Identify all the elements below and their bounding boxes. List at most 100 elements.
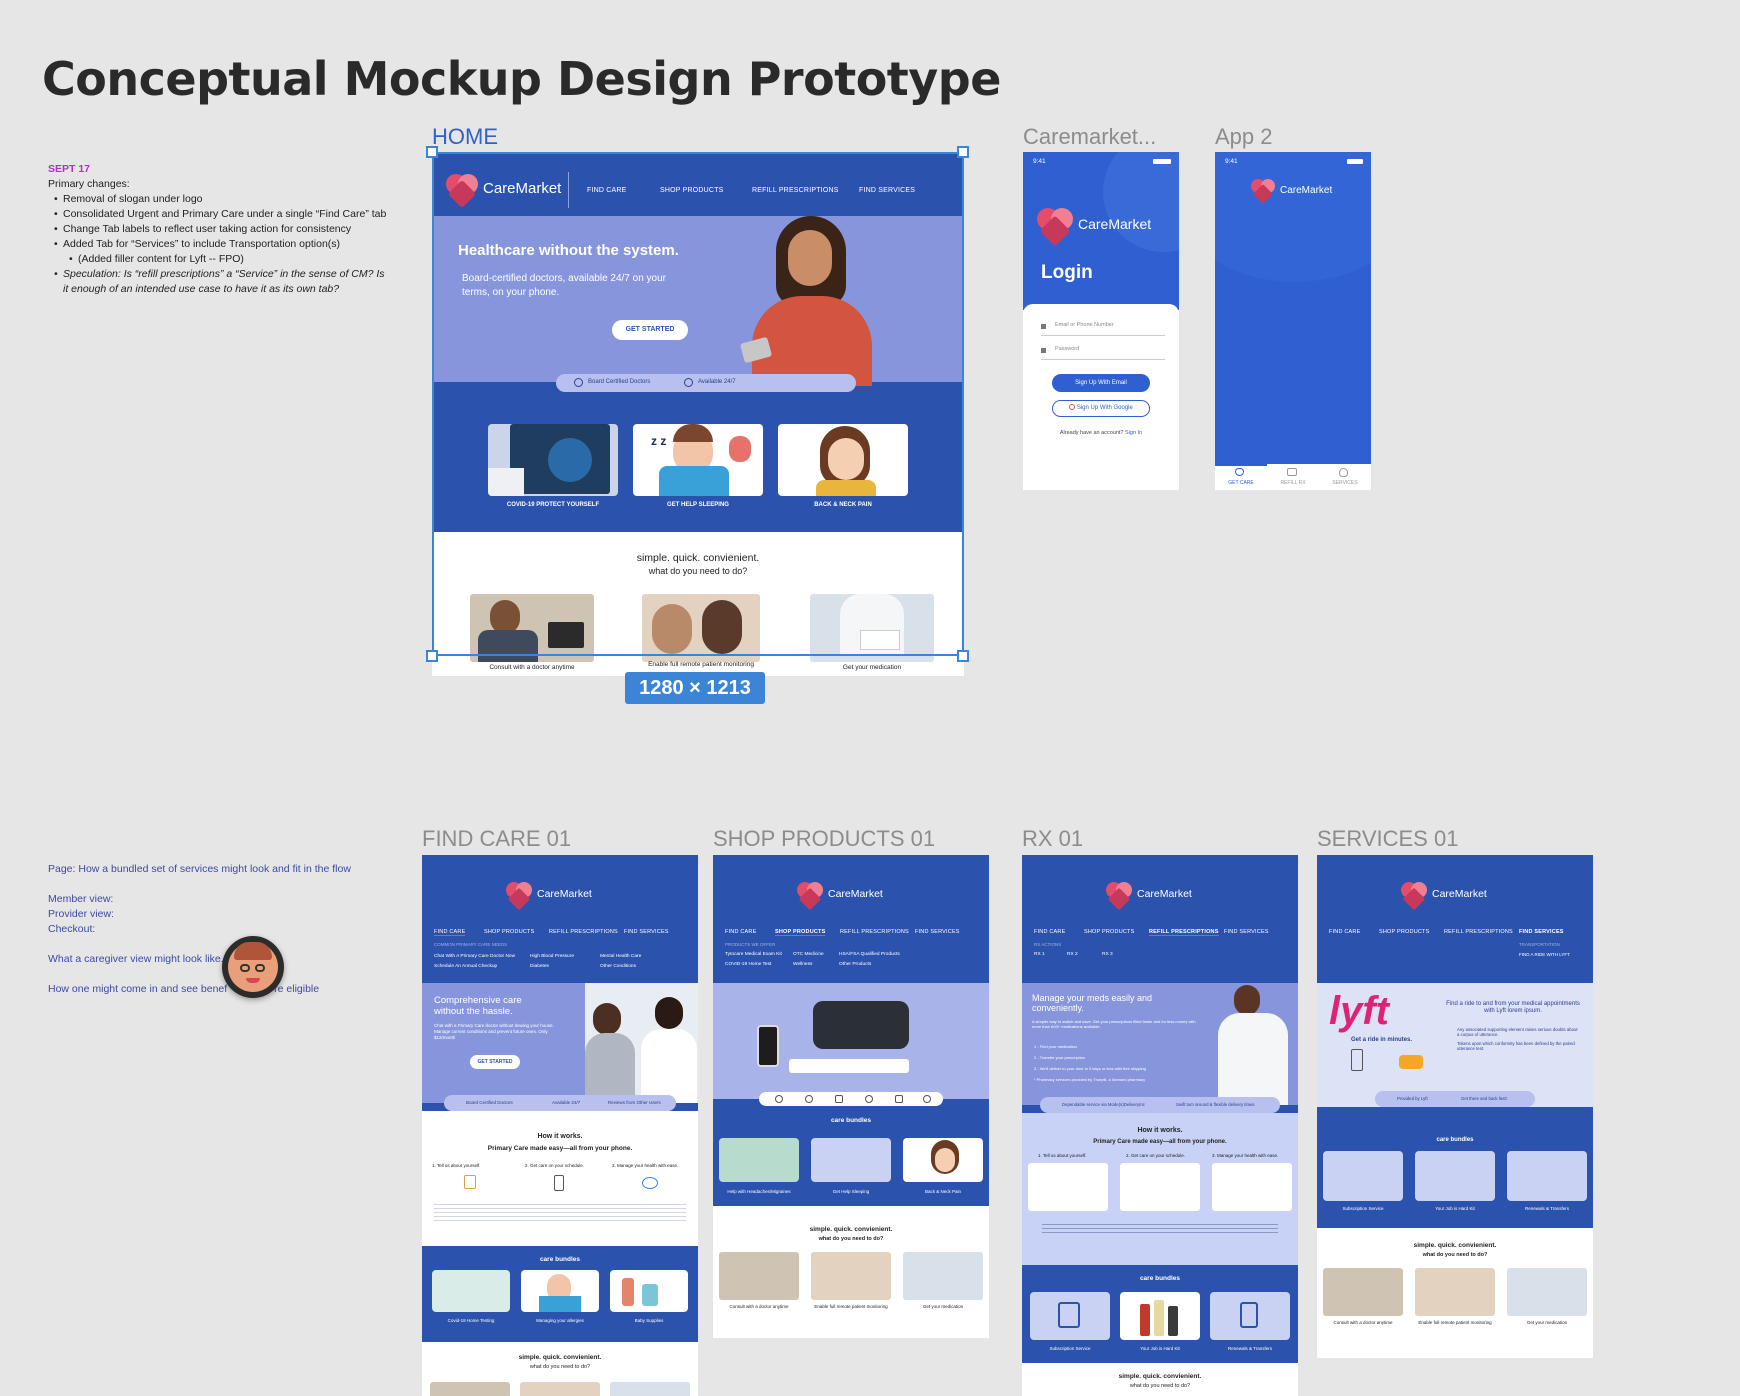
consult-photo[interactable]	[1323, 1268, 1403, 1316]
nav-refill-prescriptions[interactable]: REFILL PRESCRIPTIONS	[752, 187, 839, 194]
rx-badge-bar: Dependable service via Mode(s)DeliveryIn…	[1040, 1097, 1280, 1113]
rx-link[interactable]: RX 3	[1102, 952, 1113, 957]
nav-find-care[interactable]: FIND CARE	[1034, 929, 1065, 935]
medication-photo[interactable]	[810, 594, 934, 662]
phone-icon	[1351, 1049, 1363, 1071]
nav-find-care[interactable]: FIND CARE	[587, 187, 627, 194]
resize-handle[interactable]	[957, 650, 969, 662]
bundle-card[interactable]	[1323, 1151, 1403, 1201]
rx-frame[interactable]: CareMarket FIND CARE SHOP PRODUCTS REFIL…	[1022, 855, 1298, 1396]
home-frame[interactable]: CareMarket FIND CARE SHOP PRODUCTS REFIL…	[432, 152, 964, 676]
email-field[interactable]: Email or Phone Number	[1041, 322, 1165, 336]
caremarket-logo[interactable]: CareMarket	[446, 172, 561, 209]
sign-in-link[interactable]: Sign In	[1125, 430, 1142, 436]
tab-services[interactable]: SERVICES	[1319, 480, 1371, 486]
frame-label-app2[interactable]: App 2	[1215, 124, 1273, 150]
rx-link[interactable]: RX 1	[1034, 952, 1045, 957]
shop-link[interactable]: HSA/FSA Qualified Products	[839, 952, 900, 957]
bundle-card[interactable]	[1507, 1151, 1587, 1201]
resize-handle[interactable]	[957, 146, 969, 158]
get-started-button[interactable]: GET STARTED	[612, 320, 688, 340]
consult-photo[interactable]	[470, 594, 594, 662]
medication-photo[interactable]	[610, 1382, 690, 1396]
bundle-card[interactable]	[1030, 1292, 1110, 1340]
findcare-link[interactable]: Diabetes	[530, 962, 549, 972]
resize-handle[interactable]	[426, 146, 438, 158]
frame-label-services[interactable]: SERVICES 01	[1317, 826, 1458, 852]
frame-label-shop[interactable]: SHOP PRODUCTS 01	[713, 826, 935, 852]
monitoring-photo[interactable]	[520, 1382, 600, 1396]
shop-link[interactable]: OTC Medicine	[793, 952, 824, 957]
findcare-link[interactable]: High Blood Pressure	[530, 952, 574, 962]
nav-refill-prescriptions[interactable]: REFILL PRESCRIPTIONS	[840, 929, 909, 935]
nav-shop-products[interactable]: SHOP PRODUCTS	[775, 929, 826, 936]
nav-find-services[interactable]: FIND SERVICES	[859, 187, 915, 194]
password-field[interactable]: Password	[1041, 346, 1165, 360]
consult-photo[interactable]	[719, 1252, 799, 1300]
services-frame[interactable]: CareMarket FIND CARE SHOP PRODUCTS REFIL…	[1317, 855, 1593, 1358]
rx-link[interactable]: RX 2	[1067, 952, 1078, 957]
bundle-card[interactable]	[521, 1270, 599, 1312]
nav-refill-prescriptions[interactable]: REFILL PRESCRIPTIONS	[1149, 929, 1219, 936]
findcare-link[interactable]: Other Conditions	[600, 962, 636, 972]
services-link[interactable]: FIND A RIDE WITH LYFT	[1519, 952, 1570, 957]
covid-card[interactable]	[488, 424, 618, 496]
bundle-card[interactable]	[1210, 1292, 1290, 1340]
nav-refill-prescriptions[interactable]: REFILL PRESCRIPTIONS	[1444, 929, 1513, 935]
tab-get-care[interactable]: GET CARE	[1215, 480, 1267, 486]
findcare-frame[interactable]: CareMarket FIND CARE SHOP PRODUCTS REFIL…	[422, 855, 698, 1396]
nav-find-care[interactable]: FIND CARE	[434, 929, 466, 936]
collaborator-avatar[interactable]	[222, 936, 284, 998]
back-pain-card[interactable]	[778, 424, 908, 496]
frame-label-home[interactable]: HOME	[432, 124, 498, 150]
frame-label-rx[interactable]: RX 01	[1022, 826, 1083, 852]
findcare-link[interactable]: Schedule An Annual Checkup	[434, 962, 497, 972]
monitoring-photo[interactable]	[642, 594, 760, 662]
badge: Board Certified Doctors	[466, 1100, 513, 1105]
app2-frame[interactable]: 9:41 CareMarket GET CARE REFILL RX SERVI…	[1215, 152, 1371, 490]
shop-link[interactable]: Other Products	[839, 962, 871, 967]
nav-shop-products[interactable]: SHOP PRODUCTS	[1084, 929, 1134, 935]
medication-photo[interactable]	[903, 1252, 983, 1300]
bundle-card[interactable]	[1415, 1151, 1495, 1201]
bundle-card[interactable]	[719, 1138, 799, 1182]
nav-shop-products[interactable]: SHOP PRODUCTS	[1379, 929, 1429, 935]
signup-email-button[interactable]: Sign Up With Email	[1052, 374, 1150, 392]
monitoring-photo[interactable]	[811, 1252, 891, 1300]
nav-find-services[interactable]: FIND SERVICES	[915, 929, 960, 935]
flow-notes[interactable]: Page: How a bundled set of services migh…	[48, 862, 368, 997]
frame-label-findcare[interactable]: FIND CARE 01	[422, 826, 571, 852]
bundle-card[interactable]	[1120, 1292, 1200, 1340]
shop-link[interactable]: Wellness	[793, 962, 812, 967]
nav-find-services[interactable]: FIND SERVICES	[624, 929, 669, 935]
status-time: 9:41	[1033, 158, 1046, 165]
nav-shop-products[interactable]: SHOP PRODUCTS	[660, 187, 724, 194]
login-frame[interactable]: 9:41 CareMarket Login Email or Phone Num…	[1023, 152, 1179, 490]
consult-photo[interactable]	[430, 1382, 510, 1396]
nav-shop-products[interactable]: SHOP PRODUCTS	[484, 929, 534, 935]
signup-google-button[interactable]: Sign Up With Google	[1052, 400, 1150, 417]
bundle-card[interactable]	[610, 1270, 688, 1312]
caremarket-logo: CareMarket	[1401, 881, 1487, 911]
nav-find-care[interactable]: FIND CARE	[1329, 929, 1360, 935]
findcare-link[interactable]: Mental Health Care	[600, 952, 641, 962]
findcare-link[interactable]: Chat With A Primary Care Doctor Now	[434, 952, 515, 962]
bundle-card[interactable]	[903, 1138, 983, 1182]
tab-refill-rx[interactable]: REFILL RX	[1267, 480, 1319, 486]
bundle-card[interactable]	[811, 1138, 891, 1182]
shop-frame[interactable]: CareMarket FIND CARE SHOP PRODUCTS REFIL…	[713, 855, 989, 1338]
resize-handle[interactable]	[426, 650, 438, 662]
sept-notes[interactable]: SEPT 17 Primary changes: Removal of slog…	[48, 162, 388, 297]
nav-find-services[interactable]: FIND SERVICES	[1224, 929, 1269, 935]
shop-link[interactable]: COVID-19 Home Test	[725, 962, 771, 967]
get-started-button[interactable]: GET STARTED	[470, 1055, 520, 1069]
shop-link[interactable]: Tytocare Medical Exam Kit	[725, 952, 782, 957]
medication-photo[interactable]	[1507, 1268, 1587, 1316]
frame-label-caremarket[interactable]: Caremarket...	[1023, 124, 1156, 150]
bundle-card[interactable]	[432, 1270, 510, 1312]
sleep-card[interactable]: z z	[633, 424, 763, 496]
nav-refill-prescriptions[interactable]: REFILL PRESCRIPTIONS	[549, 929, 618, 935]
monitoring-photo[interactable]	[1415, 1268, 1495, 1316]
nav-find-care[interactable]: FIND CARE	[725, 929, 756, 935]
nav-find-services[interactable]: FIND SERVICES	[1519, 929, 1564, 935]
